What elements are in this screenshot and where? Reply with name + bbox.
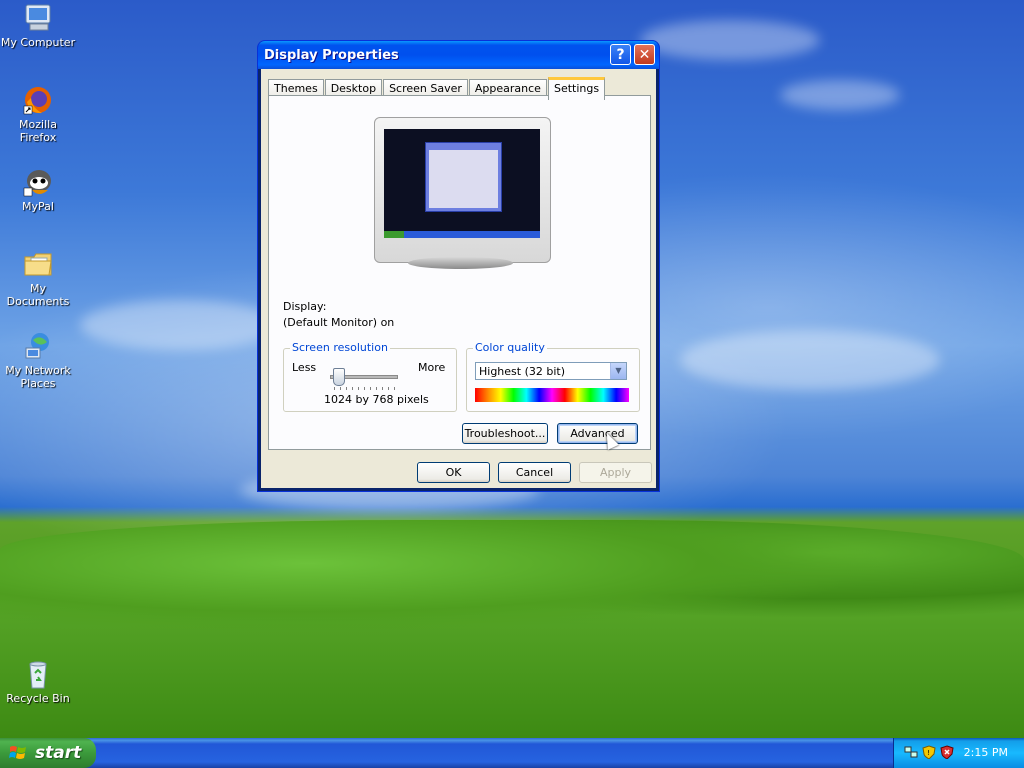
display-properties-window: Display Properties ? ✕ Themes Desktop Sc… <box>257 40 660 492</box>
mypal-icon <box>22 166 54 198</box>
network-places-icon <box>22 330 54 362</box>
color-quality-title: Color quality <box>473 341 547 354</box>
less-label: Less <box>292 361 317 374</box>
preview-window <box>425 142 502 212</box>
start-label: start <box>35 743 82 763</box>
network-tray-icon[interactable] <box>904 745 918 759</box>
desktop-icon-label: Recycle Bin <box>6 692 70 705</box>
tab-settings[interactable]: Settings <box>547 77 606 100</box>
resolution-slider-thumb[interactable] <box>333 368 345 386</box>
recycle-bin-icon <box>22 658 54 690</box>
cloud <box>780 80 900 110</box>
desktop-icon-my-computer[interactable]: My Computer <box>0 2 76 49</box>
desktop-icon-my-network-places[interactable]: My Network Places <box>0 330 76 390</box>
system-tray: ! 2:15 PM <box>893 738 1024 768</box>
desktop-icon-label: Mozilla Firefox <box>19 118 57 144</box>
desktop-icon-label: MyPal <box>22 200 54 213</box>
desktop-wallpaper-hills <box>0 520 1024 738</box>
settings-panel: Display: (Default Monitor) on Screen res… <box>268 95 651 450</box>
clock[interactable]: 2:15 PM <box>964 746 1008 759</box>
security-shield-icon[interactable]: ! <box>922 745 936 759</box>
slider-ticks <box>334 387 396 390</box>
desktop-icon-recycle-bin[interactable]: Recycle Bin <box>0 658 76 705</box>
ok-button[interactable]: OK <box>417 462 490 483</box>
preview-taskbar <box>384 231 540 238</box>
security-alert-icon[interactable] <box>940 745 954 759</box>
cloud <box>640 20 820 60</box>
desktop-icon-label: My Documents <box>6 282 70 308</box>
desktop-icon-label: My Network Places <box>5 364 71 390</box>
firefox-icon <box>22 84 54 116</box>
cloud <box>680 330 940 390</box>
color-spectrum-bar <box>475 388 629 402</box>
color-quality-select[interactable]: Highest (32 bit) ▼ <box>475 362 627 380</box>
preview-start <box>384 231 404 238</box>
desktop-icon-mozilla-firefox[interactable]: Mozilla Firefox <box>0 84 76 144</box>
apply-button[interactable]: Apply <box>579 462 652 483</box>
cloud <box>80 300 280 350</box>
cancel-button[interactable]: Cancel <box>498 462 571 483</box>
desktop-icon-mypal[interactable]: MyPal <box>0 166 76 213</box>
monitor-preview <box>374 117 551 263</box>
svg-text:!: ! <box>927 749 930 757</box>
my-computer-icon <box>22 2 54 34</box>
title-bar[interactable]: Display Properties ? ✕ <box>258 41 659 69</box>
taskbar: start ! 2:15 PM <box>0 738 1024 768</box>
desktop-icon-label: My Computer <box>0 36 76 49</box>
display-label: Display: <box>283 300 327 313</box>
color-quality-value: Highest (32 bit) <box>479 365 566 378</box>
screen-resolution-group: Screen resolution Less More 1024 by 768 … <box>283 341 457 412</box>
color-quality-group: Color quality Highest (32 bit) ▼ <box>466 341 640 412</box>
screen-resolution-title: Screen resolution <box>290 341 390 354</box>
start-button[interactable]: start <box>0 738 96 768</box>
display-value: (Default Monitor) on <box>283 316 395 329</box>
advanced-button[interactable]: Advanced <box>557 423 638 444</box>
help-button[interactable]: ? <box>610 44 631 65</box>
troubleshoot-button[interactable]: Troubleshoot... <box>462 423 548 444</box>
more-label: More <box>418 361 446 374</box>
folder-documents-icon <box>22 248 54 280</box>
window-title: Display Properties <box>264 47 399 63</box>
monitor-stand <box>408 257 513 269</box>
windows-flag-icon <box>9 746 26 759</box>
monitor-screen <box>384 129 540 238</box>
window-client-area: Themes Desktop Screen Saver Appearance S… <box>261 69 656 488</box>
close-button[interactable]: ✕ <box>634 44 655 65</box>
resolution-value: 1024 by 768 pixels <box>324 393 429 406</box>
desktop-icon-my-documents[interactable]: My Documents <box>0 248 76 308</box>
chevron-down-icon[interactable]: ▼ <box>610 363 626 379</box>
